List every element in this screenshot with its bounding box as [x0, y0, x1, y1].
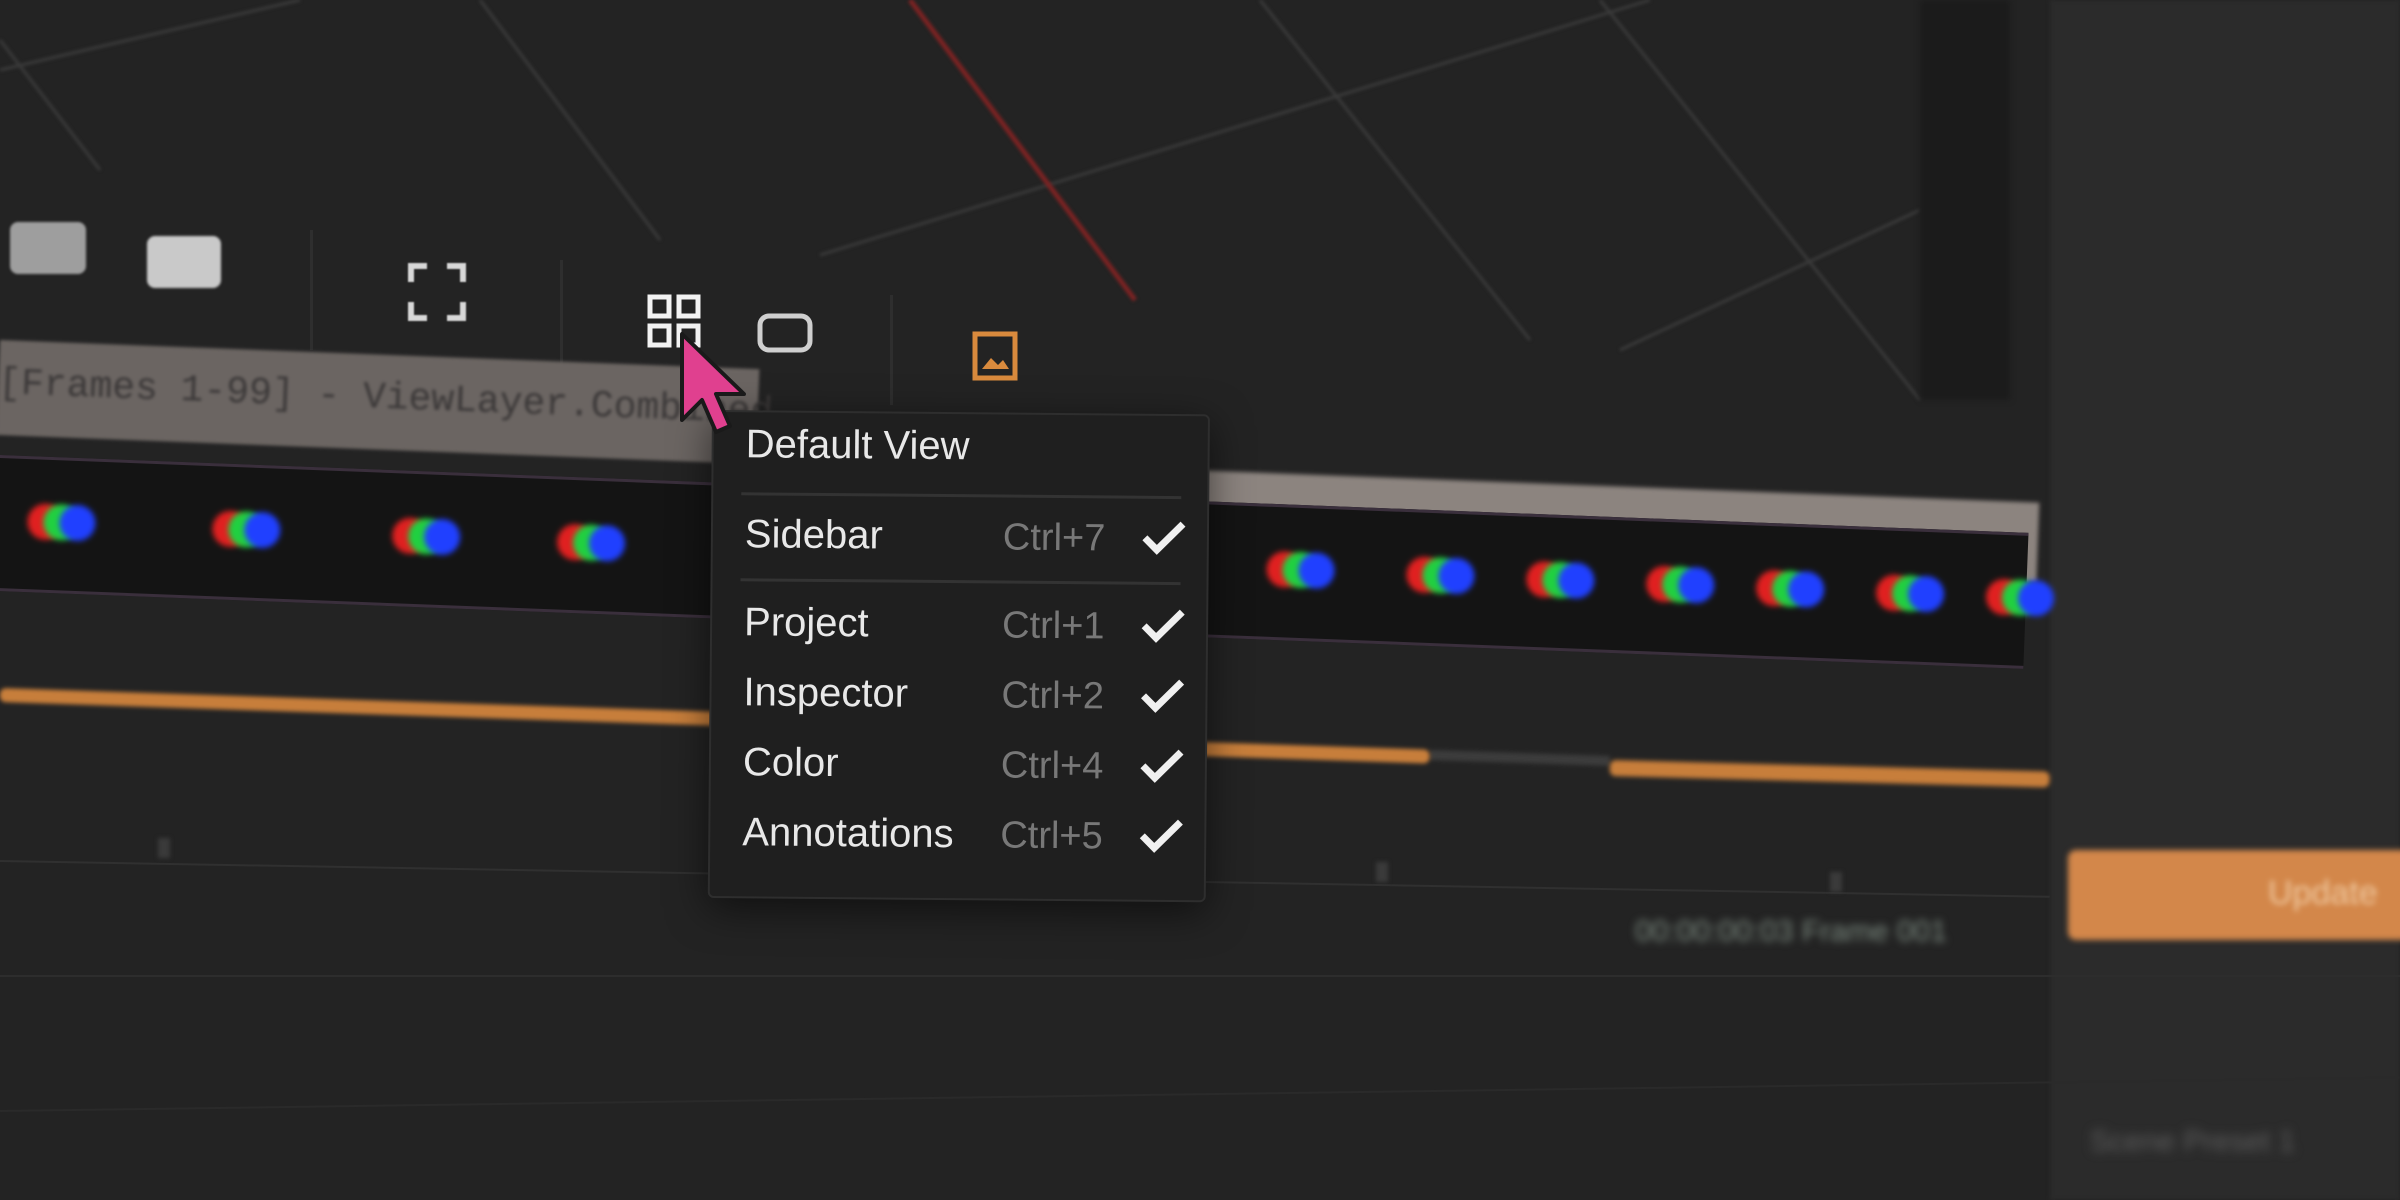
menu-separator [741, 492, 1182, 500]
menu-item-shortcut: Ctrl+5 [1000, 814, 1103, 858]
thumbnail-dot [1557, 561, 1596, 600]
layer-name-text: [Frames 1-99] - ViewLayer.Combined [0, 361, 774, 435]
status-text: Scene Preset 1 [2090, 1125, 2296, 1158]
ruler-tick [158, 838, 170, 858]
frame-thumbnail[interactable] [1985, 576, 2056, 619]
menu-item-annotations[interactable]: Annotations Ctrl+5 [710, 800, 1205, 870]
viewport-side-panel [1920, 0, 2010, 400]
menu-item-label: Sidebar [744, 512, 883, 558]
frame-thumbnail[interactable] [1405, 554, 1477, 597]
thumbnail-dot [1787, 570, 1825, 609]
frame-thumbnail[interactable] [391, 515, 462, 558]
menu-item-shortcut: Ctrl+7 [1002, 516, 1106, 560]
thumbnail-dot [243, 511, 281, 549]
image-icon[interactable] [970, 328, 1020, 383]
toolbar-divider [310, 230, 313, 350]
checkmark-icon [1141, 609, 1185, 643]
ruler-tick [1830, 872, 1842, 892]
update-button-label: Update [2268, 874, 2378, 912]
checkmark-icon [1141, 679, 1185, 713]
menu-item-label: Annotations [742, 810, 954, 857]
menu-item-label: Default View [745, 422, 970, 469]
menu-item-label: Inspector [743, 670, 909, 716]
update-button[interactable]: Update [2068, 850, 2400, 940]
view-layout-menu: Default View Sidebar Ctrl+7 Project Ctrl… [707, 410, 1210, 903]
checkmark-icon [1139, 819, 1183, 853]
thumbnail-dot [1677, 566, 1715, 604]
timecode-display: 00:00:00:03 Frame 001 [1635, 915, 1947, 948]
menu-item-shortcut: Ctrl+2 [1001, 674, 1105, 718]
frame-thumbnail[interactable] [556, 521, 627, 564]
menu-item-label: Project [743, 600, 869, 646]
menu-item-shortcut: Ctrl+4 [1000, 744, 1104, 788]
thumbnail-dot [2017, 579, 2055, 617]
frame-thumbnail[interactable] [1525, 559, 1597, 602]
thumbnail-dot [1437, 557, 1476, 595]
thumbnail-dot [58, 504, 97, 542]
frame-thumbnail[interactable] [26, 501, 98, 544]
menu-item-label: Color [742, 740, 839, 786]
thumbnail-dot [588, 524, 626, 563]
menu-item-inspector[interactable]: Inspector Ctrl+2 [711, 660, 1206, 730]
frame-thumbnail[interactable] [1755, 568, 1826, 611]
menu-item-default-view[interactable]: Default View [713, 412, 1208, 482]
menu-separator [740, 578, 1181, 586]
single-view-icon[interactable] [755, 308, 815, 358]
thumbnail-dot [1907, 575, 1945, 613]
frame-thumbnail[interactable] [1875, 572, 1946, 615]
thumbnail-dot [423, 518, 461, 556]
viewer-toolbar [0, 200, 1300, 405]
toolbar-divider [890, 295, 893, 405]
menu-item-sidebar[interactable]: Sidebar Ctrl+7 [713, 502, 1208, 572]
menu-item-color[interactable]: Color Ctrl+4 [711, 730, 1206, 800]
menu-item-project[interactable]: Project Ctrl+1 [712, 590, 1207, 660]
display-alt-icon[interactable] [146, 234, 222, 289]
checkmark-icon [1142, 521, 1186, 555]
display-icon[interactable] [8, 220, 88, 275]
frame-thumbnail[interactable] [1645, 563, 1717, 606]
ruler-tick [1376, 862, 1388, 882]
frame-thumbnail[interactable] [1265, 549, 1337, 592]
mouse-cursor-icon [680, 332, 746, 434]
thumbnail-dot [1297, 551, 1336, 590]
checkmark-icon [1140, 749, 1184, 783]
right-sidebar [2050, 0, 2400, 1200]
frame-thumbnail[interactable] [211, 508, 283, 551]
panel-divider [0, 975, 2400, 977]
menu-item-shortcut: Ctrl+1 [1001, 604, 1105, 648]
fullscreen-icon[interactable] [405, 260, 469, 324]
